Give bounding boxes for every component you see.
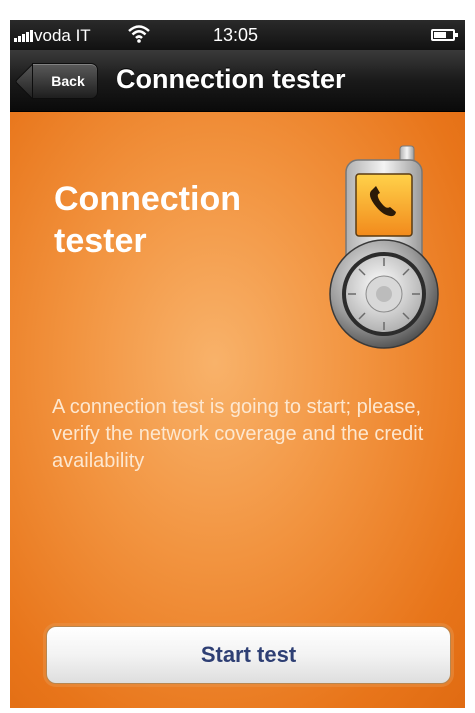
signal-bars-icon xyxy=(14,30,34,42)
status-bar: voda IT 13:05 xyxy=(10,20,465,50)
nav-title: Connection tester xyxy=(116,64,346,94)
wifi-icon xyxy=(128,25,150,43)
info-message: A connection test is going to start; ple… xyxy=(52,396,424,472)
back-button-wrapper: Back xyxy=(10,50,110,112)
phone-lock-icon xyxy=(329,145,439,349)
navigation-bar: Back Connection tester xyxy=(10,50,465,112)
page-heading: Connection tester xyxy=(54,180,241,260)
start-test-button[interactable]: Start test xyxy=(46,626,451,684)
status-time: 13:05 xyxy=(213,25,259,45)
carrier-name: voda IT xyxy=(34,26,91,45)
battery-icon xyxy=(431,29,458,41)
main-content: Connection tester A connection test is g… xyxy=(10,112,465,708)
phone-screen: voda IT 13:05 Back Connection tester Con… xyxy=(10,20,465,708)
back-button[interactable]: Back xyxy=(32,63,98,99)
